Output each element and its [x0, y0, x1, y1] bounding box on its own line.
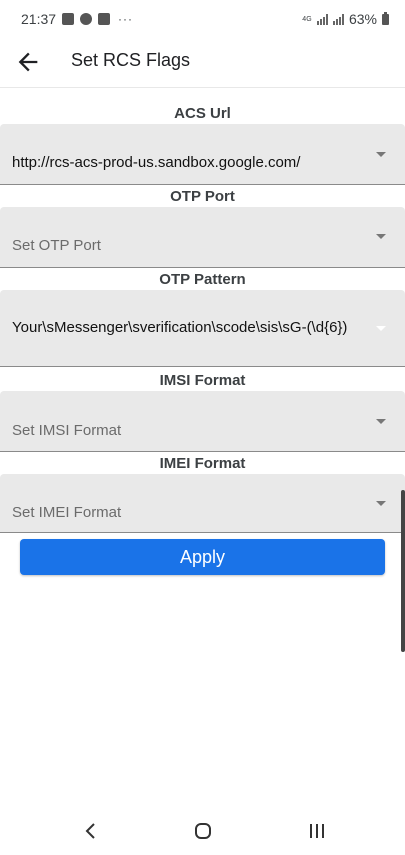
more-notifications-icon: ··· — [118, 12, 134, 26]
network-type-icon: 4G — [302, 15, 312, 23]
apply-button[interactable]: Apply — [20, 539, 385, 575]
imsi-format-field[interactable]: Set IMSI Format — [0, 391, 405, 452]
app-bar: Set RCS Flags — [0, 40, 405, 86]
gallery-icon — [98, 13, 111, 25]
acs-url-label: ACS Url — [174, 105, 231, 122]
otp-pattern-field[interactable]: Your\sMessenger\sverification\scode\sis\… — [0, 290, 405, 367]
imei-format-label: IMEI Format — [159, 455, 246, 472]
otp-port-placeholder: Set OTP Port — [12, 237, 101, 254]
otp-pattern-label: OTP Pattern — [159, 271, 246, 288]
dropdown-caret-icon[interactable] — [376, 234, 386, 239]
signal-icon — [316, 13, 328, 25]
status-bar: 21:37 ··· 4G 63% — [0, 0, 405, 40]
status-time: 21:37 — [21, 11, 57, 27]
acs-url-field[interactable]: http://rcs-acs-prod-us.sandbox.google.co… — [0, 124, 405, 185]
messenger-icon — [80, 13, 93, 25]
system-nav-bar — [0, 810, 405, 850]
imsi-format-label: IMSI Format — [159, 372, 246, 389]
status-left: 21:37 ··· — [21, 11, 133, 27]
status-right: 4G 63% — [302, 11, 389, 27]
dropdown-caret-icon[interactable] — [376, 419, 386, 424]
page-title: Set RCS Flags — [71, 50, 191, 70]
nav-home-icon[interactable] — [190, 818, 216, 844]
battery-percent: 63% — [348, 11, 377, 27]
dropdown-caret-icon[interactable] — [376, 501, 386, 506]
scrollbar[interactable] — [401, 490, 405, 652]
otp-port-label: OTP Port — [170, 188, 235, 205]
dropdown-caret-icon[interactable] — [376, 326, 386, 331]
battery-icon — [382, 11, 389, 25]
dropdown-caret-icon[interactable] — [376, 152, 386, 157]
otp-pattern-value: Your\sMessenger\sverification\scode\sis\… — [12, 319, 348, 336]
otp-port-field[interactable]: Set OTP Port — [0, 207, 405, 268]
imei-format-field[interactable]: Set IMEI Format — [0, 474, 405, 533]
nav-recents-icon[interactable] — [304, 818, 330, 844]
notification-app-icon — [62, 13, 75, 25]
imei-format-placeholder: Set IMEI Format — [12, 504, 122, 521]
acs-url-value: http://rcs-acs-prod-us.sandbox.google.co… — [12, 154, 301, 171]
back-arrow-icon[interactable] — [14, 48, 42, 76]
signal-icon-2 — [332, 13, 344, 25]
imsi-format-placeholder: Set IMSI Format — [12, 422, 122, 439]
app-bar-divider — [0, 87, 405, 88]
nav-back-icon[interactable] — [78, 818, 104, 844]
